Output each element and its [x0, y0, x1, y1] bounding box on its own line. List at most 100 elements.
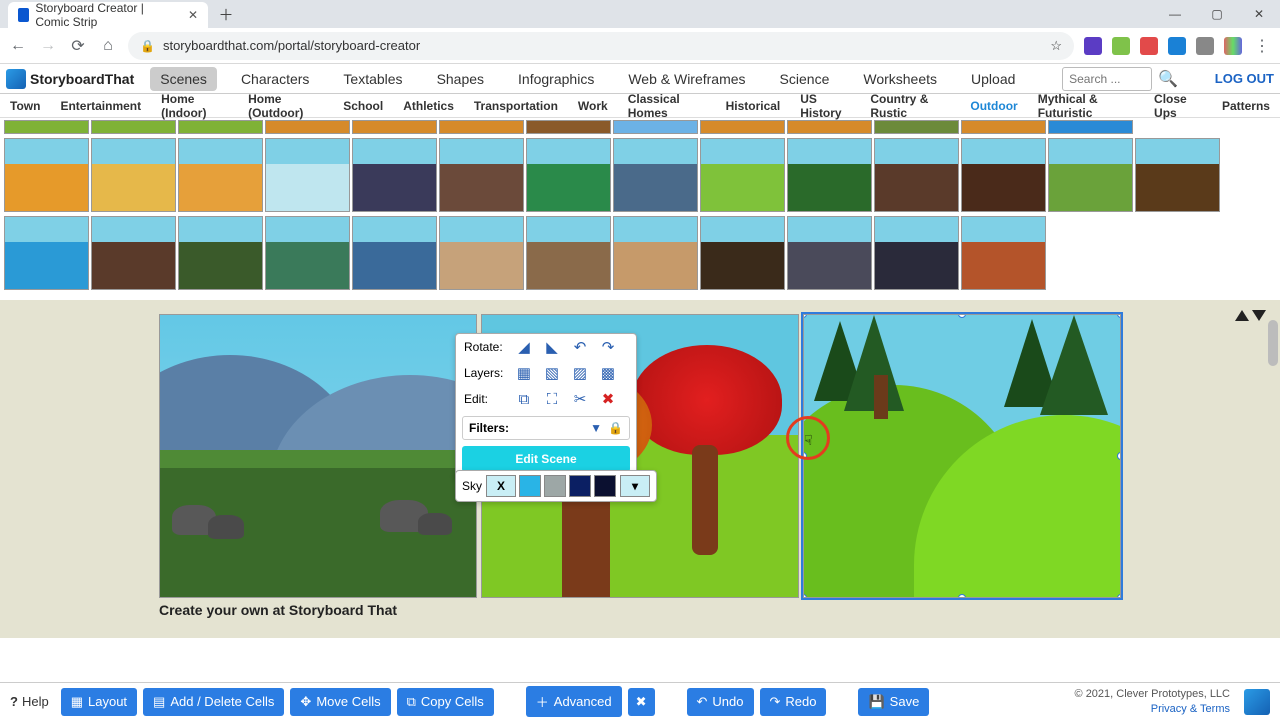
ext-icon[interactable]	[1224, 37, 1242, 55]
browser-tab[interactable]: Storyboard Creator | Comic Strip ✕	[8, 2, 208, 28]
flip-h-icon[interactable]: ◢	[512, 337, 536, 357]
panel-toggle[interactable]	[1235, 310, 1266, 321]
tab-close-icon[interactable]: ✕	[188, 8, 198, 22]
category-tab-entertainment[interactable]: Entertainment	[60, 99, 141, 113]
scene-thumbnail[interactable]	[4, 138, 89, 212]
scene-thumbnail[interactable]	[1048, 138, 1133, 212]
url-field[interactable]: 🔒 storyboardthat.com/portal/storyboard-c…	[128, 32, 1074, 60]
forward-icon[interactable]: →	[38, 36, 58, 56]
maximize-icon[interactable]: ▢	[1196, 0, 1238, 28]
scene-thumbnail[interactable]	[4, 216, 89, 290]
scene-thumbnail[interactable]	[700, 138, 785, 212]
scene-thumbnail[interactable]	[526, 216, 611, 290]
sky-color-picker[interactable]: ▾	[620, 475, 650, 497]
sky-swatch[interactable]: X	[486, 475, 516, 497]
scene-thumbnail[interactable]	[439, 216, 524, 290]
main-tab-worksheets[interactable]: Worksheets	[853, 67, 947, 91]
main-tab-upload[interactable]: Upload	[961, 67, 1025, 91]
new-tab-button[interactable]: ＋	[216, 4, 236, 24]
advanced-button[interactable]: ＋ Advanced	[526, 686, 622, 717]
category-tab-work[interactable]: Work	[578, 99, 608, 113]
copy-icon[interactable]: ⧉	[512, 389, 536, 409]
scene-thumbnail[interactable]	[4, 120, 89, 134]
scene-thumbnail[interactable]	[352, 216, 437, 290]
category-tab-athletics[interactable]: Athletics	[403, 99, 454, 113]
scene-thumbnail[interactable]	[1048, 120, 1133, 134]
close-window-icon[interactable]: ✕	[1238, 0, 1280, 28]
scrollbar-thumb[interactable]	[1268, 320, 1278, 366]
scene-thumbnail[interactable]	[526, 120, 611, 134]
scene-thumbnail[interactable]	[700, 216, 785, 290]
scene-thumbnail[interactable]	[265, 138, 350, 212]
rotate-ccw-icon[interactable]: ↶	[568, 337, 592, 357]
main-tab-infographics[interactable]: Infographics	[508, 67, 604, 91]
scene-thumbnail[interactable]	[526, 138, 611, 212]
category-tab-home-indoor-[interactable]: Home (Indoor)	[161, 92, 228, 120]
bring-front-icon[interactable]: ▦	[512, 363, 536, 383]
main-tab-science[interactable]: Science	[770, 67, 840, 91]
scene-thumbnail[interactable]	[874, 120, 959, 134]
storyboard-cell-1[interactable]	[159, 314, 477, 598]
scene-thumbnail[interactable]	[352, 120, 437, 134]
storyboard-cell-3[interactable]	[803, 314, 1121, 598]
category-tab-country-rustic[interactable]: Country & Rustic	[870, 92, 950, 120]
collapse-up-icon[interactable]	[1235, 310, 1249, 321]
stretch-icon[interactable]: ⛶	[540, 389, 564, 409]
layout-button[interactable]: ▦ Layout	[61, 688, 137, 716]
advanced-close-button[interactable]: ✖	[628, 688, 655, 716]
category-tab-historical[interactable]: Historical	[726, 99, 781, 113]
scene-thumbnail[interactable]	[961, 120, 1046, 134]
sky-swatch[interactable]	[519, 475, 541, 497]
category-tab-patterns[interactable]: Patterns	[1222, 99, 1270, 113]
category-tab-close-ups[interactable]: Close Ups	[1154, 92, 1202, 120]
scene-thumbnail[interactable]	[700, 120, 785, 134]
redo-button[interactable]: ↷ Redo	[760, 688, 827, 716]
scene-thumbnail[interactable]	[1135, 138, 1220, 212]
scene-thumbnail[interactable]	[961, 216, 1046, 290]
puzzle-icon[interactable]	[1196, 37, 1214, 55]
scene-thumbnail[interactable]	[178, 138, 263, 212]
main-tab-characters[interactable]: Characters	[231, 67, 319, 91]
rotate-cw-icon[interactable]: ↷	[596, 337, 620, 357]
menu-icon[interactable]: ⋮	[1252, 36, 1272, 56]
category-tab-home-outdoor-[interactable]: Home (Outdoor)	[248, 92, 323, 120]
filters-dropdown[interactable]: Filters: ▼ 🔒	[462, 416, 630, 440]
crop-icon[interactable]: ✂	[568, 389, 592, 409]
category-tab-town[interactable]: Town	[10, 99, 40, 113]
scene-thumbnail[interactable]	[787, 138, 872, 212]
scene-thumbnail[interactable]	[787, 120, 872, 134]
scene-thumbnail[interactable]	[265, 120, 350, 134]
move-cells-button[interactable]: ✥ Move Cells	[290, 688, 390, 716]
scene-thumbnail[interactable]	[874, 216, 959, 290]
send-backward-icon[interactable]: ▨	[568, 363, 592, 383]
home-icon[interactable]: ⌂	[98, 36, 118, 56]
category-tab-school[interactable]: School	[343, 99, 383, 113]
scene-thumbnail[interactable]	[439, 120, 524, 134]
main-tab-shapes[interactable]: Shapes	[427, 67, 494, 91]
search-icon[interactable]: 🔍	[1158, 69, 1178, 89]
scene-thumbnail[interactable]	[91, 138, 176, 212]
category-tab-mythical-futuristic[interactable]: Mythical & Futuristic	[1038, 92, 1134, 120]
category-tab-transportation[interactable]: Transportation	[474, 99, 558, 113]
scene-thumbnail[interactable]	[178, 120, 263, 134]
delete-icon[interactable]: ✖	[596, 389, 620, 409]
star-icon[interactable]: ☆	[1050, 38, 1062, 54]
main-tab-textables[interactable]: Textables	[333, 67, 412, 91]
ext-icon[interactable]	[1084, 37, 1102, 55]
sky-swatch[interactable]	[569, 475, 591, 497]
main-tab-web-wireframes[interactable]: Web & Wireframes	[618, 67, 755, 91]
scene-thumbnail[interactable]	[91, 216, 176, 290]
scene-thumbnail[interactable]	[613, 138, 698, 212]
flip-v-icon[interactable]: ◣	[540, 337, 564, 357]
expand-down-icon[interactable]	[1252, 310, 1266, 321]
scene-thumbnail[interactable]	[787, 216, 872, 290]
ext-icon[interactable]	[1168, 37, 1186, 55]
undo-button[interactable]: ↶ Undo	[687, 688, 754, 716]
category-tab-classical-homes[interactable]: Classical Homes	[628, 92, 706, 120]
save-button[interactable]: 💾 Save	[858, 688, 929, 716]
app-logo[interactable]: StoryboardThat	[6, 69, 134, 89]
logout-link[interactable]: LOG OUT	[1215, 71, 1274, 86]
scene-thumbnail[interactable]	[439, 138, 524, 212]
search-input[interactable]	[1062, 67, 1152, 91]
category-tab-us-history[interactable]: US History	[800, 92, 850, 120]
